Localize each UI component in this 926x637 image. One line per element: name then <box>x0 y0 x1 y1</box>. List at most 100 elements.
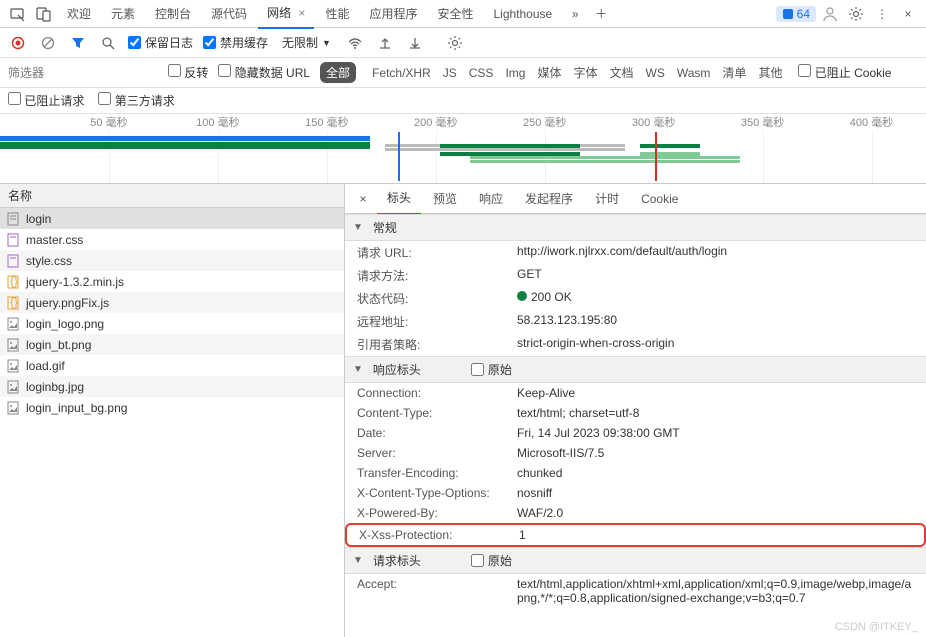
clear-icon[interactable] <box>38 33 58 53</box>
filter-type-button[interactable]: JS <box>437 64 463 82</box>
tab-console[interactable]: 控制台 <box>146 0 200 28</box>
tab-elements[interactable]: 元素 <box>102 0 144 28</box>
blocked-cookies-checkbox[interactable]: 已阻止 Cookie <box>798 64 891 81</box>
tab-security[interactable]: 安全性 <box>428 0 482 28</box>
filter-input[interactable] <box>8 66 88 80</box>
value: GET <box>517 267 914 284</box>
detail-tab-timing[interactable]: 计时 <box>585 184 629 214</box>
download-icon[interactable] <box>405 33 425 53</box>
issues-badge[interactable]: 64 <box>776 6 816 22</box>
detail-tab-response[interactable]: 响应 <box>469 184 513 214</box>
filter-bar-2: 已阻止请求 第三方请求 <box>0 88 926 114</box>
status-dot-icon <box>517 291 527 301</box>
tab-sources[interactable]: 源代码 <box>202 0 256 28</box>
request-row[interactable]: {}jquery-1.3.2.min.js <box>0 271 344 292</box>
detail-tab-cookies[interactable]: Cookie <box>631 185 688 213</box>
tab-network[interactable]: 网络 × <box>258 0 314 29</box>
kebab-icon[interactable]: ⋮ <box>870 2 894 26</box>
tab-lighthouse[interactable]: Lighthouse <box>484 1 561 27</box>
raw-checkbox[interactable] <box>471 363 484 376</box>
header-value: nosniff <box>517 486 914 500</box>
third-party-checkbox[interactable]: 第三方请求 <box>98 92 174 109</box>
filter-type-button[interactable]: Img <box>499 64 531 82</box>
inspect-icon[interactable] <box>6 2 30 26</box>
filter-type-button[interactable]: 媒体 <box>531 64 567 82</box>
request-row[interactable]: load.gif <box>0 355 344 376</box>
close-detail-icon[interactable]: × <box>351 192 375 206</box>
close-devtools-icon[interactable]: × <box>896 2 920 26</box>
throttling-select[interactable]: 无限制 ▼ <box>278 32 335 53</box>
network-settings-icon[interactable] <box>445 33 465 53</box>
record-icon[interactable] <box>8 33 28 53</box>
filter-type-button[interactable]: 字体 <box>567 64 603 82</box>
preserve-log-checkbox[interactable]: 保留日志 <box>128 34 193 51</box>
section-response-headers[interactable]: ▼响应标头原始 <box>345 356 926 383</box>
timeline-tick: 50 毫秒 <box>90 114 127 130</box>
timeline-tick: 250 毫秒 <box>523 114 566 130</box>
header-row: X-Xss-Protection:1 <box>345 523 926 547</box>
filter-type-button[interactable]: WS <box>640 64 671 82</box>
filter-type-button[interactable]: CSS <box>463 64 500 82</box>
filter-type-button[interactable]: 其他 <box>752 64 788 82</box>
label: 请求方法: <box>357 267 517 284</box>
request-detail-pane: × 标头 预览 响应 发起程序 计时 Cookie ▼常规 请求 URL:htt… <box>345 184 926 637</box>
header-key: X-Xss-Protection: <box>359 528 519 542</box>
value: http://iwork.njlrxx.com/default/auth/log… <box>517 244 914 261</box>
user-icon[interactable] <box>818 2 842 26</box>
filter-type-button[interactable]: 清单 <box>716 64 752 82</box>
more-tabs-icon[interactable]: » <box>563 2 587 26</box>
img-file-icon <box>6 359 20 373</box>
request-name: master.css <box>26 233 83 247</box>
upload-icon[interactable] <box>375 33 395 53</box>
search-icon[interactable] <box>98 33 118 53</box>
hide-data-urls-checkbox[interactable]: 隐藏数据 URL <box>218 64 310 81</box>
detail-tabs: × 标头 预览 响应 发起程序 计时 Cookie <box>345 184 926 214</box>
device-toggle-icon[interactable] <box>32 2 56 26</box>
request-row[interactable]: {}jquery.pngFix.js <box>0 292 344 313</box>
detail-tab-preview[interactable]: 预览 <box>423 184 467 214</box>
filter-type-button[interactable]: Wasm <box>671 64 717 82</box>
request-name: load.gif <box>26 359 65 373</box>
request-row[interactable]: login_logo.png <box>0 313 344 334</box>
filter-type-all[interactable]: 全部 <box>320 62 356 83</box>
section-request-headers[interactable]: ▼请求标头原始 <box>345 547 926 574</box>
request-row[interactable]: login <box>0 208 344 229</box>
chevron-down-icon: ▼ <box>322 38 331 48</box>
filter-icon[interactable] <box>68 33 88 53</box>
network-toolbar: 保留日志 禁用缓存 无限制 ▼ <box>0 28 926 58</box>
disable-cache-checkbox[interactable]: 禁用缓存 <box>203 34 268 51</box>
close-icon[interactable]: × <box>298 6 305 20</box>
wifi-icon[interactable] <box>345 33 365 53</box>
detail-tab-headers[interactable]: 标头 <box>377 184 421 215</box>
detail-body: ▼常规 请求 URL:http://iwork.njlrxx.com/defau… <box>345 214 926 637</box>
header-value: Fri, 14 Jul 2023 09:38:00 GMT <box>517 426 914 440</box>
header-row: X-Content-Type-Options:nosniff <box>345 483 926 503</box>
request-row[interactable]: login_input_bg.png <box>0 397 344 418</box>
js-file-icon: {} <box>6 275 20 289</box>
request-row[interactable]: style.css <box>0 250 344 271</box>
filter-type-button[interactable]: Fetch/XHR <box>366 64 437 82</box>
filter-type-button[interactable]: 文档 <box>604 64 640 82</box>
header-key: Content-Type: <box>357 406 517 420</box>
tab-performance[interactable]: 性能 <box>316 0 358 28</box>
blocked-requests-checkbox[interactable]: 已阻止请求 <box>8 92 84 109</box>
request-name: loginbg.jpg <box>26 380 84 394</box>
raw-checkbox[interactable] <box>471 554 484 567</box>
timeline-overview[interactable]: 50 毫秒100 毫秒150 毫秒200 毫秒250 毫秒300 毫秒350 毫… <box>0 114 926 184</box>
request-name: login_logo.png <box>26 317 104 331</box>
request-name: jquery.pngFix.js <box>26 296 109 310</box>
section-general[interactable]: ▼常规 <box>345 214 926 241</box>
value: 200 OK <box>517 290 914 307</box>
watermark: CSDN @ITKEY_ <box>835 621 918 633</box>
detail-tab-initiator[interactable]: 发起程序 <box>515 184 583 214</box>
header-value: 1 <box>519 528 912 542</box>
add-tab-icon[interactable]: ＋ <box>589 2 613 26</box>
tab-application[interactable]: 应用程序 <box>360 0 426 28</box>
invert-checkbox[interactable]: 反转 <box>168 64 208 81</box>
tab-welcome[interactable]: 欢迎 <box>58 0 100 28</box>
name-column-header[interactable]: 名称 <box>0 184 344 208</box>
request-row[interactable]: master.css <box>0 229 344 250</box>
request-row[interactable]: login_bt.png <box>0 334 344 355</box>
settings-icon[interactable] <box>844 2 868 26</box>
request-row[interactable]: loginbg.jpg <box>0 376 344 397</box>
